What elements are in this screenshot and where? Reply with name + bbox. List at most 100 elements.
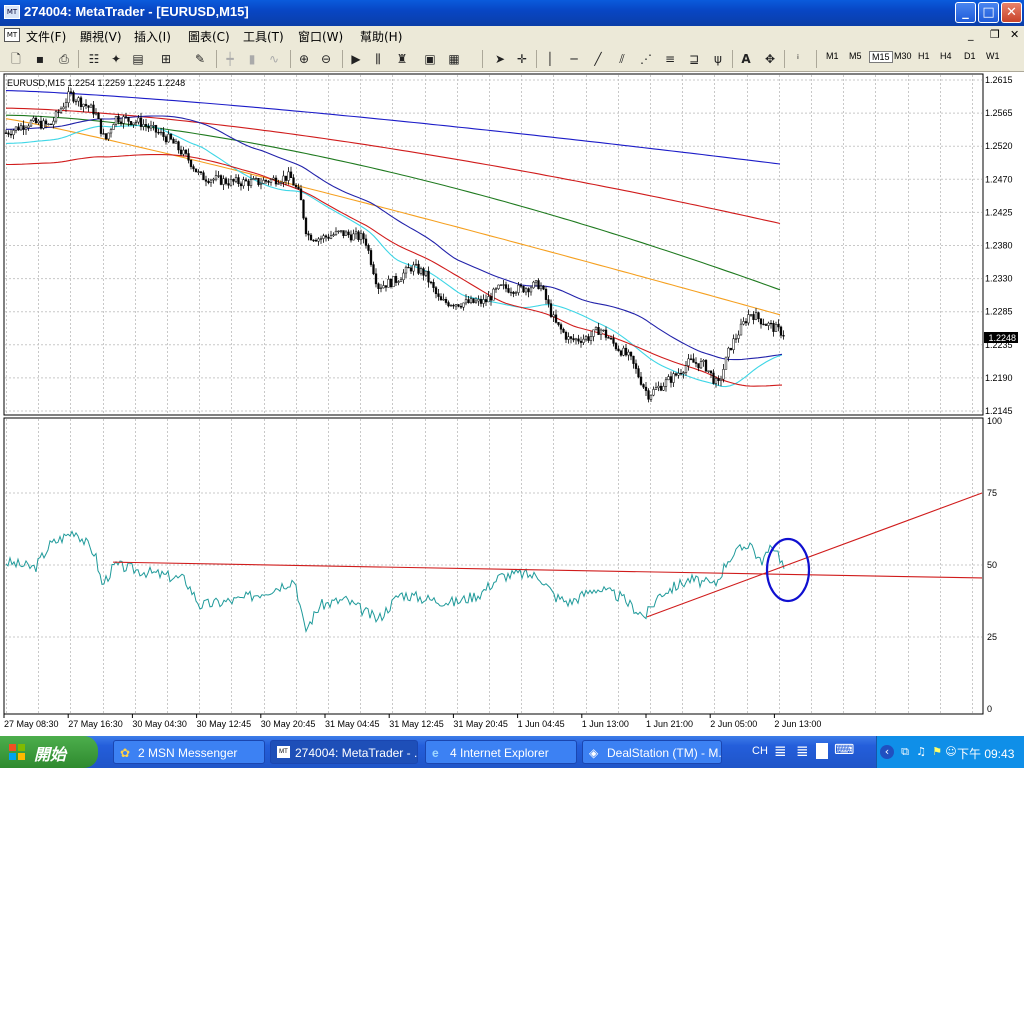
chart-shift-icon[interactable]: ⫼	[368, 49, 388, 69]
candle-body	[547, 299, 550, 304]
task-internet-explorer[interactable]: e 4 Internet Explorer	[425, 740, 577, 764]
maximize-button[interactable]: □	[978, 2, 999, 23]
zoom-out-icon[interactable]: ⊖	[316, 49, 336, 69]
chart-canvas[interactable]: 1.2615 1.2565 1.2520 1.2470 1.2425 1.2380 1.23…	[0, 72, 1024, 734]
zoom-in-icon[interactable]: ⊕	[294, 49, 314, 69]
expert-advisors-icon[interactable]: ✎	[190, 49, 210, 69]
menu-window[interactable]: 窗口(W)	[298, 28, 343, 45]
window-title-bar[interactable]: MT 274004: MetaTrader - [EURUSD,M15] _ □…	[0, 0, 1024, 26]
task-dealstation[interactable]: ◈ DealStation (TM) - M...	[582, 740, 722, 764]
security-icon[interactable]: ⚑	[930, 745, 944, 759]
candle-body	[82, 103, 85, 107]
close-button[interactable]: ✕	[1001, 2, 1022, 23]
toolbar-separator	[78, 50, 79, 68]
period-icon[interactable]: ▣	[420, 49, 440, 69]
timeframe-h1[interactable]: H1	[918, 51, 930, 61]
channel-icon[interactable]: ⫽	[612, 49, 632, 69]
clock[interactable]: 下午 09:43	[957, 745, 1014, 762]
app-icon[interactable]: MT	[4, 5, 20, 19]
task-metatrader[interactable]: MT 274004: MetaTrader - ...	[270, 740, 418, 764]
network-icon[interactable]: ⧉	[898, 745, 912, 759]
candle-body	[57, 111, 60, 113]
candle-body	[769, 322, 773, 325]
candle-body	[449, 304, 453, 307]
trendline-icon[interactable]: ╱	[588, 49, 608, 69]
fibonacci-icon[interactable]: ≡	[660, 49, 680, 69]
volume-icon[interactable]: ♫	[914, 745, 928, 759]
chart-window[interactable]: 1.2615 1.2565 1.2520 1.2470 1.2425 1.2380 1.23…	[0, 72, 1024, 734]
autoscroll-icon[interactable]: ▶	[346, 49, 366, 69]
horizontal-line-icon[interactable]: ─	[564, 49, 584, 69]
candle-body	[242, 179, 245, 187]
navigator-icon[interactable]: ✦	[106, 49, 126, 69]
save-icon[interactable]: ▪	[30, 49, 50, 69]
minimize-button[interactable]: _	[955, 2, 976, 23]
candle-body	[39, 120, 43, 129]
candle-body	[544, 288, 548, 300]
text-icon[interactable]: A	[736, 49, 756, 69]
candle-body	[312, 239, 315, 242]
periodicity-icon[interactable]: ⁱ	[788, 49, 808, 69]
candle-body	[737, 334, 740, 339]
indicators-icon[interactable]: ♜	[392, 49, 412, 69]
fullwidth-icon[interactable]	[816, 743, 828, 759]
dealstation-icon: ◈	[589, 746, 599, 760]
crosshair-icon[interactable]: ✛	[512, 49, 532, 69]
print-icon[interactable]: ⎙	[54, 49, 74, 69]
candlestick-icon[interactable]: ▮	[242, 49, 262, 69]
x-tick-label: 30 May 04:30	[132, 719, 187, 729]
vertical-line-icon[interactable]: │	[540, 49, 560, 69]
menu-tools[interactable]: 工具(T)	[243, 28, 284, 45]
child-window-icon[interactable]: MT	[4, 28, 20, 42]
templates-icon[interactable]: ▦	[444, 49, 464, 69]
timeframe-h4[interactable]: H4	[940, 51, 952, 61]
timeframe-d1[interactable]: D1	[964, 51, 976, 61]
candle-body	[177, 141, 180, 151]
arrows-icon[interactable]: ✥	[760, 49, 780, 69]
andrews-pitchfork-icon[interactable]: ψ	[708, 49, 728, 69]
ime-mode-icon[interactable]: ≣	[796, 742, 809, 760]
line-chart-icon[interactable]: ∿	[264, 49, 284, 69]
candle-body	[367, 245, 370, 251]
language-indicator[interactable]: CH	[752, 745, 768, 757]
ime-icon[interactable]: ≣	[774, 742, 787, 760]
menu-file[interactable]: 文件(F)	[26, 28, 66, 45]
cursor-icon[interactable]: ➤	[490, 49, 510, 69]
task-msn[interactable]: ✿ 2 MSN Messenger	[113, 740, 265, 764]
child-minimize-button[interactable]: _	[968, 28, 974, 41]
fibo-channel-icon[interactable]: ⊒	[684, 49, 704, 69]
timeframe-m15[interactable]: M15	[869, 51, 893, 63]
messenger-tray-icon[interactable]: ☺	[944, 745, 958, 759]
window-title: 274004: MetaTrader - [EURUSD,M15]	[24, 4, 249, 19]
menu-view[interactable]: 顯視(V)	[80, 28, 122, 45]
market-watch-icon[interactable]: ☷	[84, 49, 104, 69]
candle-body	[317, 238, 320, 242]
menu-charts[interactable]: 圖表(C)	[188, 28, 230, 45]
strategy-tester-icon[interactable]: ⊞	[156, 49, 176, 69]
timeframe-m30[interactable]: M30	[894, 51, 912, 61]
gann-fan-icon[interactable]: ⋰	[636, 49, 656, 69]
ma-cyan	[5, 124, 783, 388]
bar-chart-icon[interactable]: ┿	[220, 49, 240, 69]
candle-body	[607, 337, 610, 339]
timeframe-w1[interactable]: W1	[986, 51, 1000, 61]
candle-body	[87, 105, 90, 108]
child-close-button[interactable]: ✕	[1010, 28, 1019, 41]
candle-body	[427, 270, 430, 283]
ma-navy-short	[6, 115, 783, 361]
terminal-icon[interactable]: ▤	[128, 49, 148, 69]
soft-keyboard-icon[interactable]: ⌨	[834, 742, 854, 758]
menu-help[interactable]: 幫助(H)	[360, 28, 402, 45]
candle-body	[612, 338, 615, 344]
candle-body	[409, 267, 413, 272]
tray-expand-icon[interactable]: ‹	[880, 745, 894, 759]
candle-body	[747, 314, 750, 324]
windows-logo-icon	[9, 744, 25, 760]
menu-insert[interactable]: 插入(I)	[134, 28, 171, 45]
timeframe-m5[interactable]: M5	[849, 51, 862, 61]
candle-body	[697, 363, 700, 369]
timeframe-m1[interactable]: M1	[826, 51, 839, 61]
new-icon[interactable]: 🗋	[6, 49, 26, 69]
child-restore-button[interactable]: ❐	[990, 28, 1000, 41]
start-button[interactable]: 開始	[0, 736, 98, 768]
